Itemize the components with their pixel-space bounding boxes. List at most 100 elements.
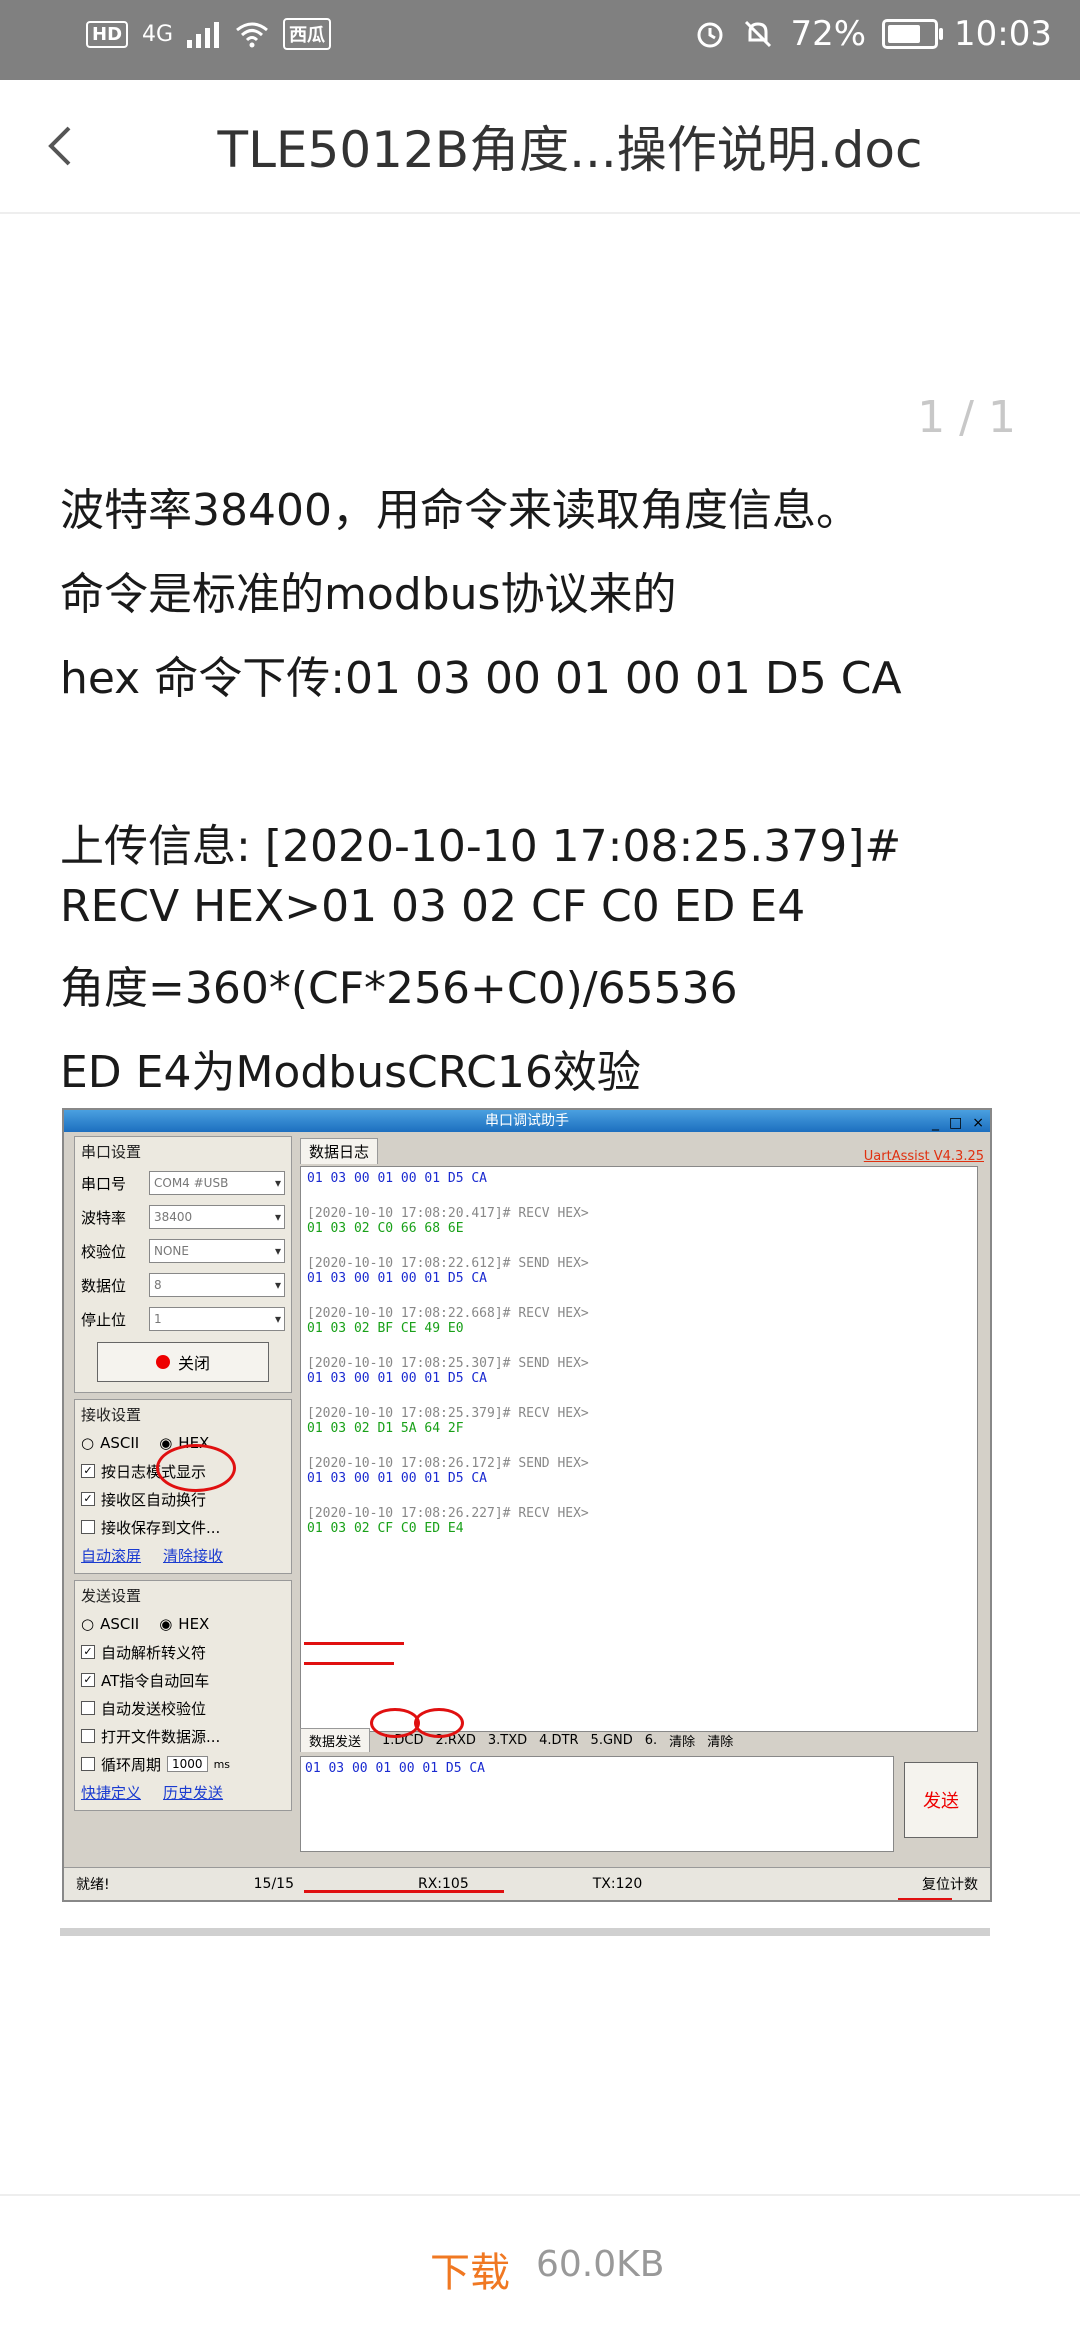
send-input: 01 03 00 01 00 01 D5 CA (300, 1756, 894, 1852)
embedded-serial-tool-image: 串口调试助手 _ □ × 串口设置 串口号 COM4 #USB 波特率 38400 校验… (62, 1108, 992, 1902)
wifi-icon (236, 22, 268, 48)
log-output: 01 03 00 01 00 01 D5 CA [2020-10-10 17:0… (300, 1166, 978, 1732)
baud-label: 波特率 (81, 1208, 127, 1227)
recv-links-row: 自动滚屏 清除接收 (81, 1541, 285, 1569)
clear-recv-link: 清除接收 (163, 1546, 224, 1565)
loop-label: 循环周期 (101, 1755, 162, 1774)
send-settings-title: 发送设置 (81, 1587, 142, 1605)
send-settings-group: 发送设置 ○ ASCII ◉ HEX ✓ 自动解析转义符 ✓ AT指令自动回车 自动发送… (74, 1580, 292, 1811)
auto-checksum-row: 自动发送校验位 (81, 1694, 285, 1722)
log-line: [2020-10-10 17:08:26.227]# RECV HEX> (307, 1506, 589, 1521)
loop-unit: ms (213, 1757, 231, 1771)
checkbox-icon (81, 1520, 95, 1534)
status-ready: 就绪! (76, 1877, 110, 1893)
page-indicator: 1 / 1 (917, 392, 1016, 443)
checkbox-icon: ✓ (81, 1673, 95, 1687)
annotation-ed-e4-circle (414, 1708, 464, 1738)
annotation-send-underline (304, 1662, 394, 1665)
pin-label: 4.DTR (539, 1732, 579, 1748)
databits-label: 数据位 (81, 1276, 127, 1295)
window-controls: _ □ × (932, 1112, 984, 1134)
auto-checksum-label: 自动发送校验位 (101, 1699, 207, 1718)
mute-bell-icon (745, 20, 772, 48)
maximize-icon: □ (949, 1115, 963, 1131)
battery-icon (882, 19, 944, 49)
checkbox-icon (81, 1701, 95, 1715)
log-line: 01 03 00 01 00 01 D5 CA (307, 1171, 488, 1186)
minimize-icon: _ (932, 1115, 940, 1131)
status-left: HD 4G 西瓜 (86, 18, 332, 50)
port-select: COM4 #USB (149, 1171, 285, 1195)
serial-status-bar: 就绪! 15/15 RX:105 TX:120 复位计数 (64, 1867, 990, 1900)
data-log-tab: 数据日志 (300, 1138, 379, 1164)
close-icon: × (972, 1115, 984, 1131)
parse-escape-label: 自动解析转义符 (101, 1643, 207, 1662)
send-hex-label: HEX (178, 1615, 210, 1633)
radio-ascii-icon: ○ (81, 1434, 95, 1452)
footer-bar: 下载 60.0KB (0, 2194, 1080, 2342)
checkbox-icon: ✓ (81, 1645, 95, 1659)
log-line: [2020-10-10 17:08:22.668]# RECV HEX> (307, 1306, 589, 1321)
annotation-send-underline (304, 1642, 404, 1645)
loop-row: 循环周期 1000 ms (81, 1750, 285, 1778)
signal-icon (187, 22, 220, 48)
network-4g-label: 4G (142, 21, 174, 47)
history-link: 历史发送 (163, 1783, 224, 1802)
back-button[interactable] (30, 112, 90, 180)
checkbox-icon (81, 1729, 95, 1743)
pin-label: 6. (644, 1732, 658, 1748)
stopbits-label: 停止位 (81, 1310, 127, 1329)
log-line: 01 03 02 BF CE 49 E0 (307, 1321, 464, 1336)
chevron-left-icon (48, 126, 71, 166)
parity-select: NONE (149, 1239, 285, 1263)
close-port-label: 关闭 (177, 1354, 210, 1373)
clear2-label: 清除 (707, 1734, 734, 1750)
log-line: [2020-10-10 17:08:20.417]# RECV HEX> (307, 1206, 589, 1221)
save-file-label: 接收保存到文件... (101, 1518, 221, 1537)
checkbox-icon: ✓ (81, 1492, 95, 1506)
log-line: [2020-10-10 17:08:22.612]# SEND HEX> (307, 1256, 589, 1271)
clear-label: 清除 (669, 1734, 696, 1750)
file-source-row: 打开文件数据源... (81, 1722, 285, 1750)
file-source-label: 打开文件数据源... (101, 1727, 221, 1746)
log-line: 01 03 00 01 00 01 D5 CA (307, 1271, 488, 1286)
port-open-indicator-icon (155, 1355, 170, 1369)
parity-label: 校验位 (81, 1242, 127, 1261)
doc-line-formula: 角度=360*(CF*256+C0)/65536 (60, 963, 738, 1014)
close-port-button: 关闭 (97, 1342, 269, 1382)
download-button[interactable]: 下载 (430, 2240, 510, 2298)
databits-select: 8 (149, 1273, 285, 1297)
radio-ascii-icon: ○ (81, 1615, 95, 1633)
doc-line-crc: ED E4为ModbusCRC16效验 (60, 1047, 641, 1098)
clock: 10:03 (954, 14, 1052, 54)
serial-settings-group: 串口设置 串口号COM4 #USB 波特率38400 校验位NONE 数据位8 … (74, 1136, 292, 1393)
checkbox-icon: ✓ (81, 1464, 95, 1478)
stopbits-select: 1 (149, 1307, 285, 1331)
send-button: 发送 (904, 1762, 978, 1838)
recv-ascii-label: ASCII (100, 1434, 140, 1452)
send-links-row: 快捷定义 历史发送 (81, 1778, 285, 1806)
status-right: 72% 10:03 (694, 14, 1052, 54)
radio-hex-icon: ◉ (159, 1615, 173, 1633)
app-bar: TLE5012B角度...操作说明.doc (0, 80, 1080, 214)
baud-select: 38400 (149, 1205, 285, 1229)
log-line: 01 03 00 01 00 01 D5 CA (307, 1371, 488, 1386)
stopbits-row: 停止位 1 (81, 1302, 285, 1336)
log-line: [2020-10-10 17:08:26.172]# SEND HEX> (307, 1456, 589, 1471)
data-send-tab: 数据发送 (300, 1728, 371, 1752)
log-line: [2020-10-10 17:08:25.307]# SEND HEX> (307, 1356, 589, 1371)
serial-window-title: 串口调试助手 _ □ × (64, 1110, 990, 1132)
status-tx: TX:120 (592, 1876, 643, 1892)
file-size: 60.0KB (536, 2244, 665, 2285)
send-ascii-label: ASCII (100, 1615, 140, 1633)
annotation-hex-circle (156, 1444, 236, 1492)
doc-line-protocol: 命令是标准的modbus协议来的 (60, 569, 677, 620)
log-line: 01 03 02 C0 66 68 6E (307, 1221, 464, 1236)
send-mode-row: ○ ASCII ◉ HEX (81, 1610, 285, 1638)
battery-percent: 72% (790, 14, 867, 54)
log-line: 01 03 02 CF C0 ED E4 (307, 1521, 464, 1536)
checkbox-icon (81, 1757, 95, 1771)
doc-line-baud: 波特率38400，用命令来读取角度信息。 (60, 485, 860, 536)
auto-scroll-link: 自动滚屏 (81, 1546, 142, 1565)
at-return-row: ✓ AT指令自动回车 (81, 1666, 285, 1694)
